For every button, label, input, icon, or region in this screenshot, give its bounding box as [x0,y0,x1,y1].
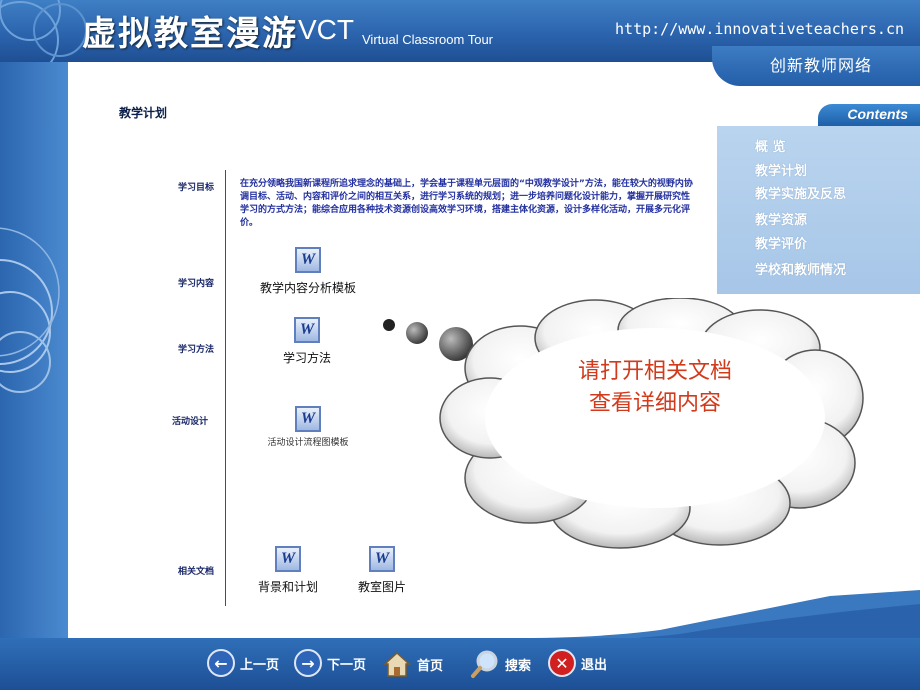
contents-item-teaching-plan[interactable]: 教学计划 [755,160,807,179]
thought-bubble-small [383,319,395,331]
contents-item-evaluation[interactable]: 教学评价 [755,233,807,252]
contents-panel: 概 览 教学计划 教学实施及反思 教学资源 教学评价 学校和教师情况 [717,126,920,294]
home-icon [383,651,411,677]
word-doc-icon: W [295,247,321,273]
doc-background-plan[interactable]: W 背景和计划 [252,546,324,595]
next-page-button[interactable]: → 下一页 [294,649,366,677]
doc-learning-method[interactable]: W 学习方法 [272,317,342,366]
search-icon [471,650,498,678]
prev-page-button[interactable]: ← 上一页 [207,649,279,677]
search-label: 搜索 [505,658,532,674]
app-title: 虚拟教室漫游 [82,14,298,54]
section-label-content: 学习内容 [178,279,215,289]
prev-page-label: 上一页 [240,657,280,673]
search-button[interactable]: 搜索 [470,649,531,679]
section-label-method: 学习方法 [178,345,215,355]
section-label-related: 相关文档 [178,567,215,577]
contents-tab: Contents [818,104,920,126]
close-icon: ✕ [548,649,576,677]
arrow-right-icon: → [294,649,322,677]
contents-item-resources[interactable]: 教学资源 [755,209,807,228]
cloud-message-line1: 请打开相关文档 [577,359,732,384]
doc-label: 学习方法 [282,351,331,365]
arrow-left-icon: ← [207,649,235,677]
app-title-english: Virtual Classroom Tour [362,32,494,47]
cloud-message: 请打开相关文档 查看详细内容 [545,356,765,420]
exit-label: 退出 [581,657,608,673]
footer-bar [0,638,920,690]
contents-item-overview[interactable]: 概 览 [755,136,786,155]
home-label: 首页 [417,658,444,674]
home-button[interactable]: 首页 [382,649,443,679]
doc-content-analysis[interactable]: W 教学内容分析模板 [256,247,360,296]
section-label-objective: 学习目标 [178,183,215,193]
network-bar: 创新教师网络 [712,46,920,86]
network-label: 创新教师网络 [770,56,873,75]
objective-text: 在充分领略我国新课程所追求理念的基础上，学会基于课程单元层面的“中观教学设计”方… [240,179,693,228]
left-decorative-strip [0,62,68,642]
next-page-label: 下一页 [327,657,367,673]
word-doc-icon: W [275,546,301,572]
doc-label: 活动设计流程图模板 [267,438,349,448]
left-strip-circles [0,227,60,393]
cloud-message-line2: 查看详细内容 [588,391,721,416]
contents-item-school-teacher[interactable]: 学校和教师情况 [755,259,846,278]
contents-item-implementation[interactable]: 教学实施及反思 [755,183,846,202]
section-divider-line [225,170,226,606]
word-doc-icon: W [295,406,321,432]
contents-tab-label: Contents [847,106,908,122]
exit-button[interactable]: ✕ 退出 [548,649,607,677]
app-title-vct: VCT [298,14,354,45]
thought-cloud [383,298,864,549]
thought-bubble-medium [406,322,428,344]
doc-activity-flowchart[interactable]: W 活动设计流程图模板 [262,406,354,449]
site-url[interactable]: http://www.innovativeteachers.cn [615,20,904,38]
doc-label: 教学内容分析模板 [259,281,356,295]
section-label-activity: 活动设计 [172,417,209,427]
word-doc-icon: W [294,317,320,343]
page-title: 教学计划 [119,106,168,120]
